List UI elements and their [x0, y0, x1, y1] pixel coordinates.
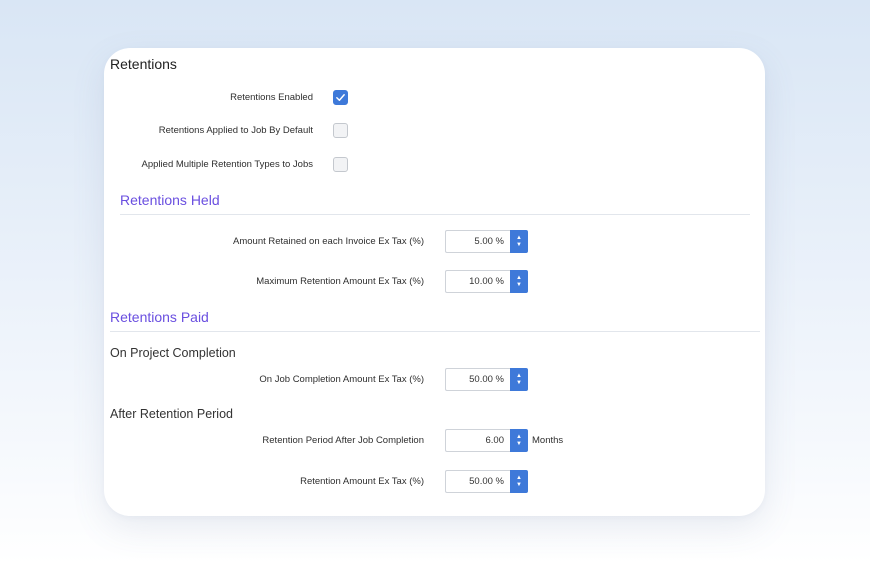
retentions-enabled-checkbox[interactable]	[333, 90, 348, 105]
chevron-up-icon[interactable]: ▲	[516, 235, 522, 242]
job-completion-amount-input[interactable]	[445, 368, 510, 391]
amount-retained-stepper: ▲ ▼	[445, 230, 528, 253]
section-divider	[120, 214, 750, 215]
amount-retained-input[interactable]	[445, 230, 510, 253]
retention-amount-input[interactable]	[445, 470, 510, 493]
max-retention-spinner[interactable]: ▲ ▼	[510, 270, 528, 293]
section-divider	[110, 331, 760, 332]
chevron-up-icon[interactable]: ▲	[516, 373, 522, 380]
retention-period-label: Retention Period After Job Completion	[262, 435, 424, 446]
multiple-types-checkbox[interactable]	[333, 157, 348, 172]
retention-period-spinner[interactable]: ▲ ▼	[510, 429, 528, 452]
retention-period-stepper: ▲ ▼	[445, 429, 528, 452]
retention-period-unit: Months	[532, 435, 564, 446]
multiple-types-label: Applied Multiple Retention Types to Jobs	[141, 159, 313, 170]
job-completion-amount-stepper: ▲ ▼	[445, 368, 528, 391]
retentions-paid-heading: Retentions Paid	[110, 309, 209, 325]
chevron-up-icon[interactable]: ▲	[516, 434, 522, 441]
retentions-held-heading: Retentions Held	[120, 192, 220, 208]
chevron-down-icon[interactable]: ▼	[516, 282, 522, 289]
amount-retained-label: Amount Retained on each Invoice Ex Tax (…	[233, 236, 424, 247]
chevron-down-icon[interactable]: ▼	[516, 380, 522, 387]
retention-amount-stepper: ▲ ▼	[445, 470, 528, 493]
job-completion-amount-spinner[interactable]: ▲ ▼	[510, 368, 528, 391]
amount-retained-spinner[interactable]: ▲ ▼	[510, 230, 528, 253]
chevron-up-icon[interactable]: ▲	[516, 275, 522, 282]
chevron-down-icon[interactable]: ▼	[516, 242, 522, 249]
retention-amount-label: Retention Amount Ex Tax (%)	[300, 476, 424, 487]
retentions-enabled-label: Retentions Enabled	[230, 92, 313, 103]
chevron-down-icon[interactable]: ▼	[516, 441, 522, 448]
max-retention-label: Maximum Retention Amount Ex Tax (%)	[256, 276, 424, 287]
max-retention-stepper: ▲ ▼	[445, 270, 528, 293]
applied-by-default-label: Retentions Applied to Job By Default	[158, 125, 313, 136]
check-icon	[336, 94, 345, 101]
settings-card: Retentions Retentions Enabled Retentions…	[104, 48, 765, 516]
retention-period-input[interactable]	[445, 429, 510, 452]
chevron-up-icon[interactable]: ▲	[516, 475, 522, 482]
retention-amount-spinner[interactable]: ▲ ▼	[510, 470, 528, 493]
after-retention-period-heading: After Retention Period	[110, 407, 233, 421]
page-title: Retentions	[110, 56, 177, 72]
max-retention-input[interactable]	[445, 270, 510, 293]
job-completion-amount-label: On Job Completion Amount Ex Tax (%)	[259, 374, 424, 385]
chevron-down-icon[interactable]: ▼	[516, 482, 522, 489]
applied-by-default-checkbox[interactable]	[333, 123, 348, 138]
on-project-completion-heading: On Project Completion	[110, 346, 236, 360]
